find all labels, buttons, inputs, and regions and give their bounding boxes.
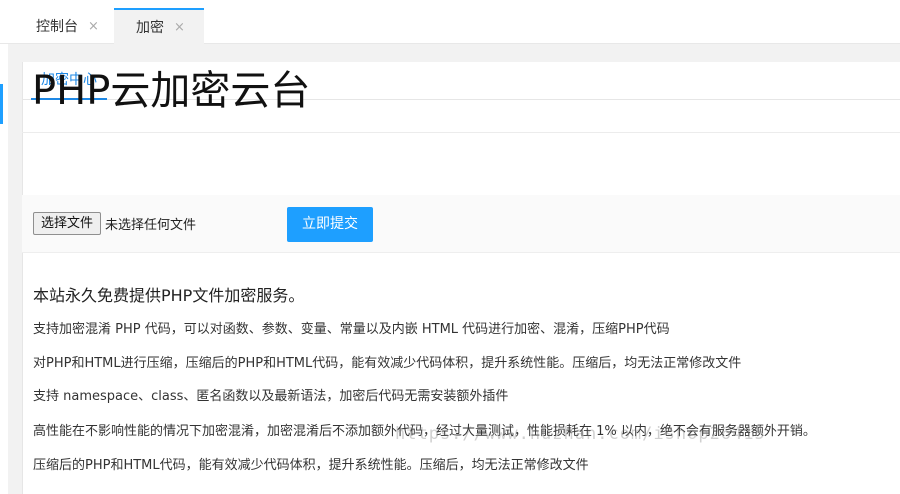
- tab-encrypt[interactable]: 加密 ×: [114, 8, 204, 44]
- info-heading: 本站永久免费提供PHP文件加密服务。: [33, 286, 305, 305]
- file-status: 未选择任何文件: [105, 218, 197, 233]
- info-line: 支持加密混淆 PHP 代码，可以对函数、参数、变量、常量以及内嵌 HTML 代码…: [33, 322, 670, 337]
- page-title: PHP云加密云台: [32, 68, 311, 114]
- info-line: 支持 namespace、class、匿名函数以及最新语法，加密后代码无需安装额…: [33, 389, 509, 404]
- close-icon[interactable]: ×: [88, 19, 99, 34]
- watermark: https://www.huzhan.com/ishop26415: [395, 424, 766, 444]
- tab-console-label: 控制台: [36, 19, 78, 35]
- info-line: 压缩后的PHP和HTML代码，能有效减少代码体积，提升系统性能。压缩后，均无法正…: [33, 458, 589, 473]
- divider: [22, 132, 900, 133]
- sidebar-edge: [0, 44, 8, 494]
- sidebar-active-indicator: [0, 84, 3, 124]
- tab-encrypt-label: 加密: [136, 20, 164, 36]
- choose-file-button[interactable]: 选择文件: [33, 212, 101, 235]
- close-icon[interactable]: ×: [174, 20, 185, 35]
- tab-bar: 控制台 × 加密 ×: [0, 0, 900, 44]
- info-line: 对PHP和HTML进行压缩，压缩后的PHP和HTML代码，能有效减少代码体积，提…: [33, 356, 742, 371]
- tab-console[interactable]: 控制台 ×: [14, 8, 114, 44]
- submit-button[interactable]: 立即提交: [287, 207, 373, 242]
